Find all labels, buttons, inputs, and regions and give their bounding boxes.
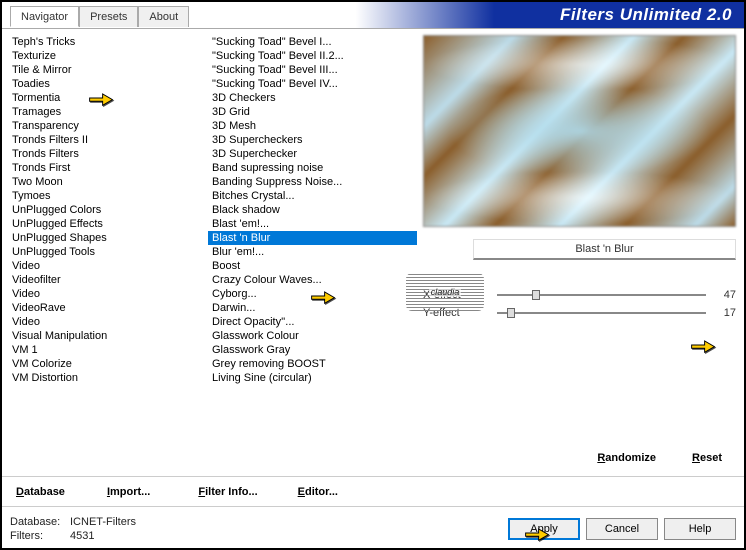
- list-item[interactable]: Blast 'n Blur: [208, 231, 417, 245]
- list-item[interactable]: Bitches Crystal...: [208, 189, 417, 203]
- list-item[interactable]: Video: [8, 315, 202, 329]
- list-item[interactable]: VM 1: [8, 343, 202, 357]
- list-item[interactable]: "Sucking Toad" Bevel III...: [208, 63, 417, 77]
- list-item[interactable]: Tronds Filters: [8, 147, 202, 161]
- list-item[interactable]: Boost: [208, 259, 417, 273]
- list-item[interactable]: 3D Grid: [208, 105, 417, 119]
- status-filters-value: 4531: [70, 530, 94, 542]
- list-item[interactable]: Darwin...: [208, 301, 417, 315]
- title-bar: Navigator Presets About Filters Unlimite…: [2, 2, 744, 28]
- list-item[interactable]: Banding Suppress Noise...: [208, 175, 417, 189]
- category-list[interactable]: Teph's TricksTexturizeTile & MirrorToadi…: [8, 35, 202, 470]
- list-item[interactable]: Toadies: [8, 77, 202, 91]
- slider-track[interactable]: [497, 294, 706, 296]
- list-item[interactable]: 3D Superchecker: [208, 147, 417, 161]
- slider-value: 47: [714, 289, 736, 301]
- list-item[interactable]: Visual Manipulation: [8, 329, 202, 343]
- list-item[interactable]: VM Colorize: [8, 357, 202, 371]
- editor-button[interactable]: Editor...: [292, 482, 344, 502]
- list-item[interactable]: Glasswork Gray: [208, 343, 417, 357]
- help-button[interactable]: Help: [664, 518, 736, 540]
- list-item[interactable]: Texturize: [8, 49, 202, 63]
- reset-button[interactable]: Reset: [686, 448, 728, 468]
- tab-about[interactable]: About: [138, 6, 189, 27]
- list-item[interactable]: Blur 'em!...: [208, 245, 417, 259]
- list-item[interactable]: 3D Supercheckers: [208, 133, 417, 147]
- list-item[interactable]: Cyborg...: [208, 287, 417, 301]
- randomize-button[interactable]: Randomize: [591, 448, 662, 468]
- list-item[interactable]: Tormentia: [8, 91, 202, 105]
- list-item[interactable]: Crazy Colour Waves...: [208, 273, 417, 287]
- list-item[interactable]: Teph's Tricks: [8, 35, 202, 49]
- slider-x-effect[interactable]: X-effect 47: [423, 289, 736, 301]
- navigator-panel: Teph's TricksTexturizeTile & MirrorToadi…: [2, 28, 744, 476]
- status-filters-label: Filters:: [10, 529, 70, 543]
- list-item[interactable]: Tramages: [8, 105, 202, 119]
- list-item[interactable]: Videofilter: [8, 273, 202, 287]
- list-item[interactable]: UnPlugged Effects: [8, 217, 202, 231]
- slider-label: X-effect: [423, 289, 489, 301]
- list-item[interactable]: Living Sine (circular): [208, 371, 417, 385]
- list-item[interactable]: VideoRave: [8, 301, 202, 315]
- cancel-button[interactable]: Cancel: [586, 518, 658, 540]
- slider-label: Y-effect: [423, 307, 489, 319]
- list-item[interactable]: Blast 'em!...: [208, 217, 417, 231]
- selected-filter-name: Blast 'n Blur: [473, 239, 736, 260]
- list-item[interactable]: Transparency: [8, 119, 202, 133]
- list-item[interactable]: UnPlugged Tools: [8, 245, 202, 259]
- filter-preview: [423, 35, 736, 227]
- tab-navigator[interactable]: Navigator: [10, 6, 79, 27]
- list-item[interactable]: Black shadow: [208, 203, 417, 217]
- list-item[interactable]: 3D Checkers: [208, 91, 417, 105]
- bottom-link-row: Database Import... Filter Info... Editor…: [2, 476, 744, 506]
- tab-strip: Navigator Presets About: [10, 5, 189, 26]
- list-item[interactable]: Tronds First: [8, 161, 202, 175]
- list-item[interactable]: "Sucking Toad" Bevel II.2...: [208, 49, 417, 63]
- slider-thumb[interactable]: [532, 290, 540, 300]
- apply-button[interactable]: Apply: [508, 518, 580, 540]
- import-button[interactable]: Import...: [101, 482, 156, 502]
- list-item[interactable]: Tile & Mirror: [8, 63, 202, 77]
- tab-presets[interactable]: Presets: [79, 6, 138, 27]
- slider-y-effect[interactable]: Y-effect 17: [423, 307, 736, 319]
- database-button[interactable]: Database: [10, 482, 71, 502]
- status-bar: Database:ICNET-Filters Filters:4531 Appl…: [2, 506, 744, 550]
- list-item[interactable]: UnPlugged Colors: [8, 203, 202, 217]
- list-item[interactable]: Direct Opacity''...: [208, 315, 417, 329]
- slider-track[interactable]: [497, 312, 706, 314]
- title-gradient: Filters Unlimited 2.0: [189, 2, 744, 28]
- list-item[interactable]: UnPlugged Shapes: [8, 231, 202, 245]
- list-item[interactable]: VM Distortion: [8, 371, 202, 385]
- list-item[interactable]: Band supressing noise: [208, 161, 417, 175]
- status-db-value: ICNET-Filters: [70, 516, 136, 528]
- slider-value: 17: [714, 307, 736, 319]
- list-item[interactable]: Glasswork Colour: [208, 329, 417, 343]
- app-title: Filters Unlimited 2.0: [560, 5, 732, 25]
- status-db-label: Database:: [10, 515, 70, 529]
- list-item[interactable]: Grey removing BOOST: [208, 357, 417, 371]
- list-item[interactable]: "Sucking Toad" Bevel IV...: [208, 77, 417, 91]
- list-item[interactable]: "Sucking Toad" Bevel I...: [208, 35, 417, 49]
- list-item[interactable]: 3D Mesh: [208, 119, 417, 133]
- filter-info-button[interactable]: Filter Info...: [192, 482, 263, 502]
- list-item[interactable]: Tymoes: [8, 189, 202, 203]
- right-button-row: Randomize Reset: [423, 446, 736, 470]
- list-item[interactable]: Two Moon: [8, 175, 202, 189]
- list-item[interactable]: Tronds Filters II: [8, 133, 202, 147]
- list-item[interactable]: Video: [8, 287, 202, 301]
- list-item[interactable]: Video: [8, 259, 202, 273]
- slider-thumb[interactable]: [507, 308, 515, 318]
- filter-list[interactable]: "Sucking Toad" Bevel I..."Sucking Toad" …: [208, 35, 417, 470]
- parameter-panel: X-effect 47 Y-effect 17: [423, 289, 736, 325]
